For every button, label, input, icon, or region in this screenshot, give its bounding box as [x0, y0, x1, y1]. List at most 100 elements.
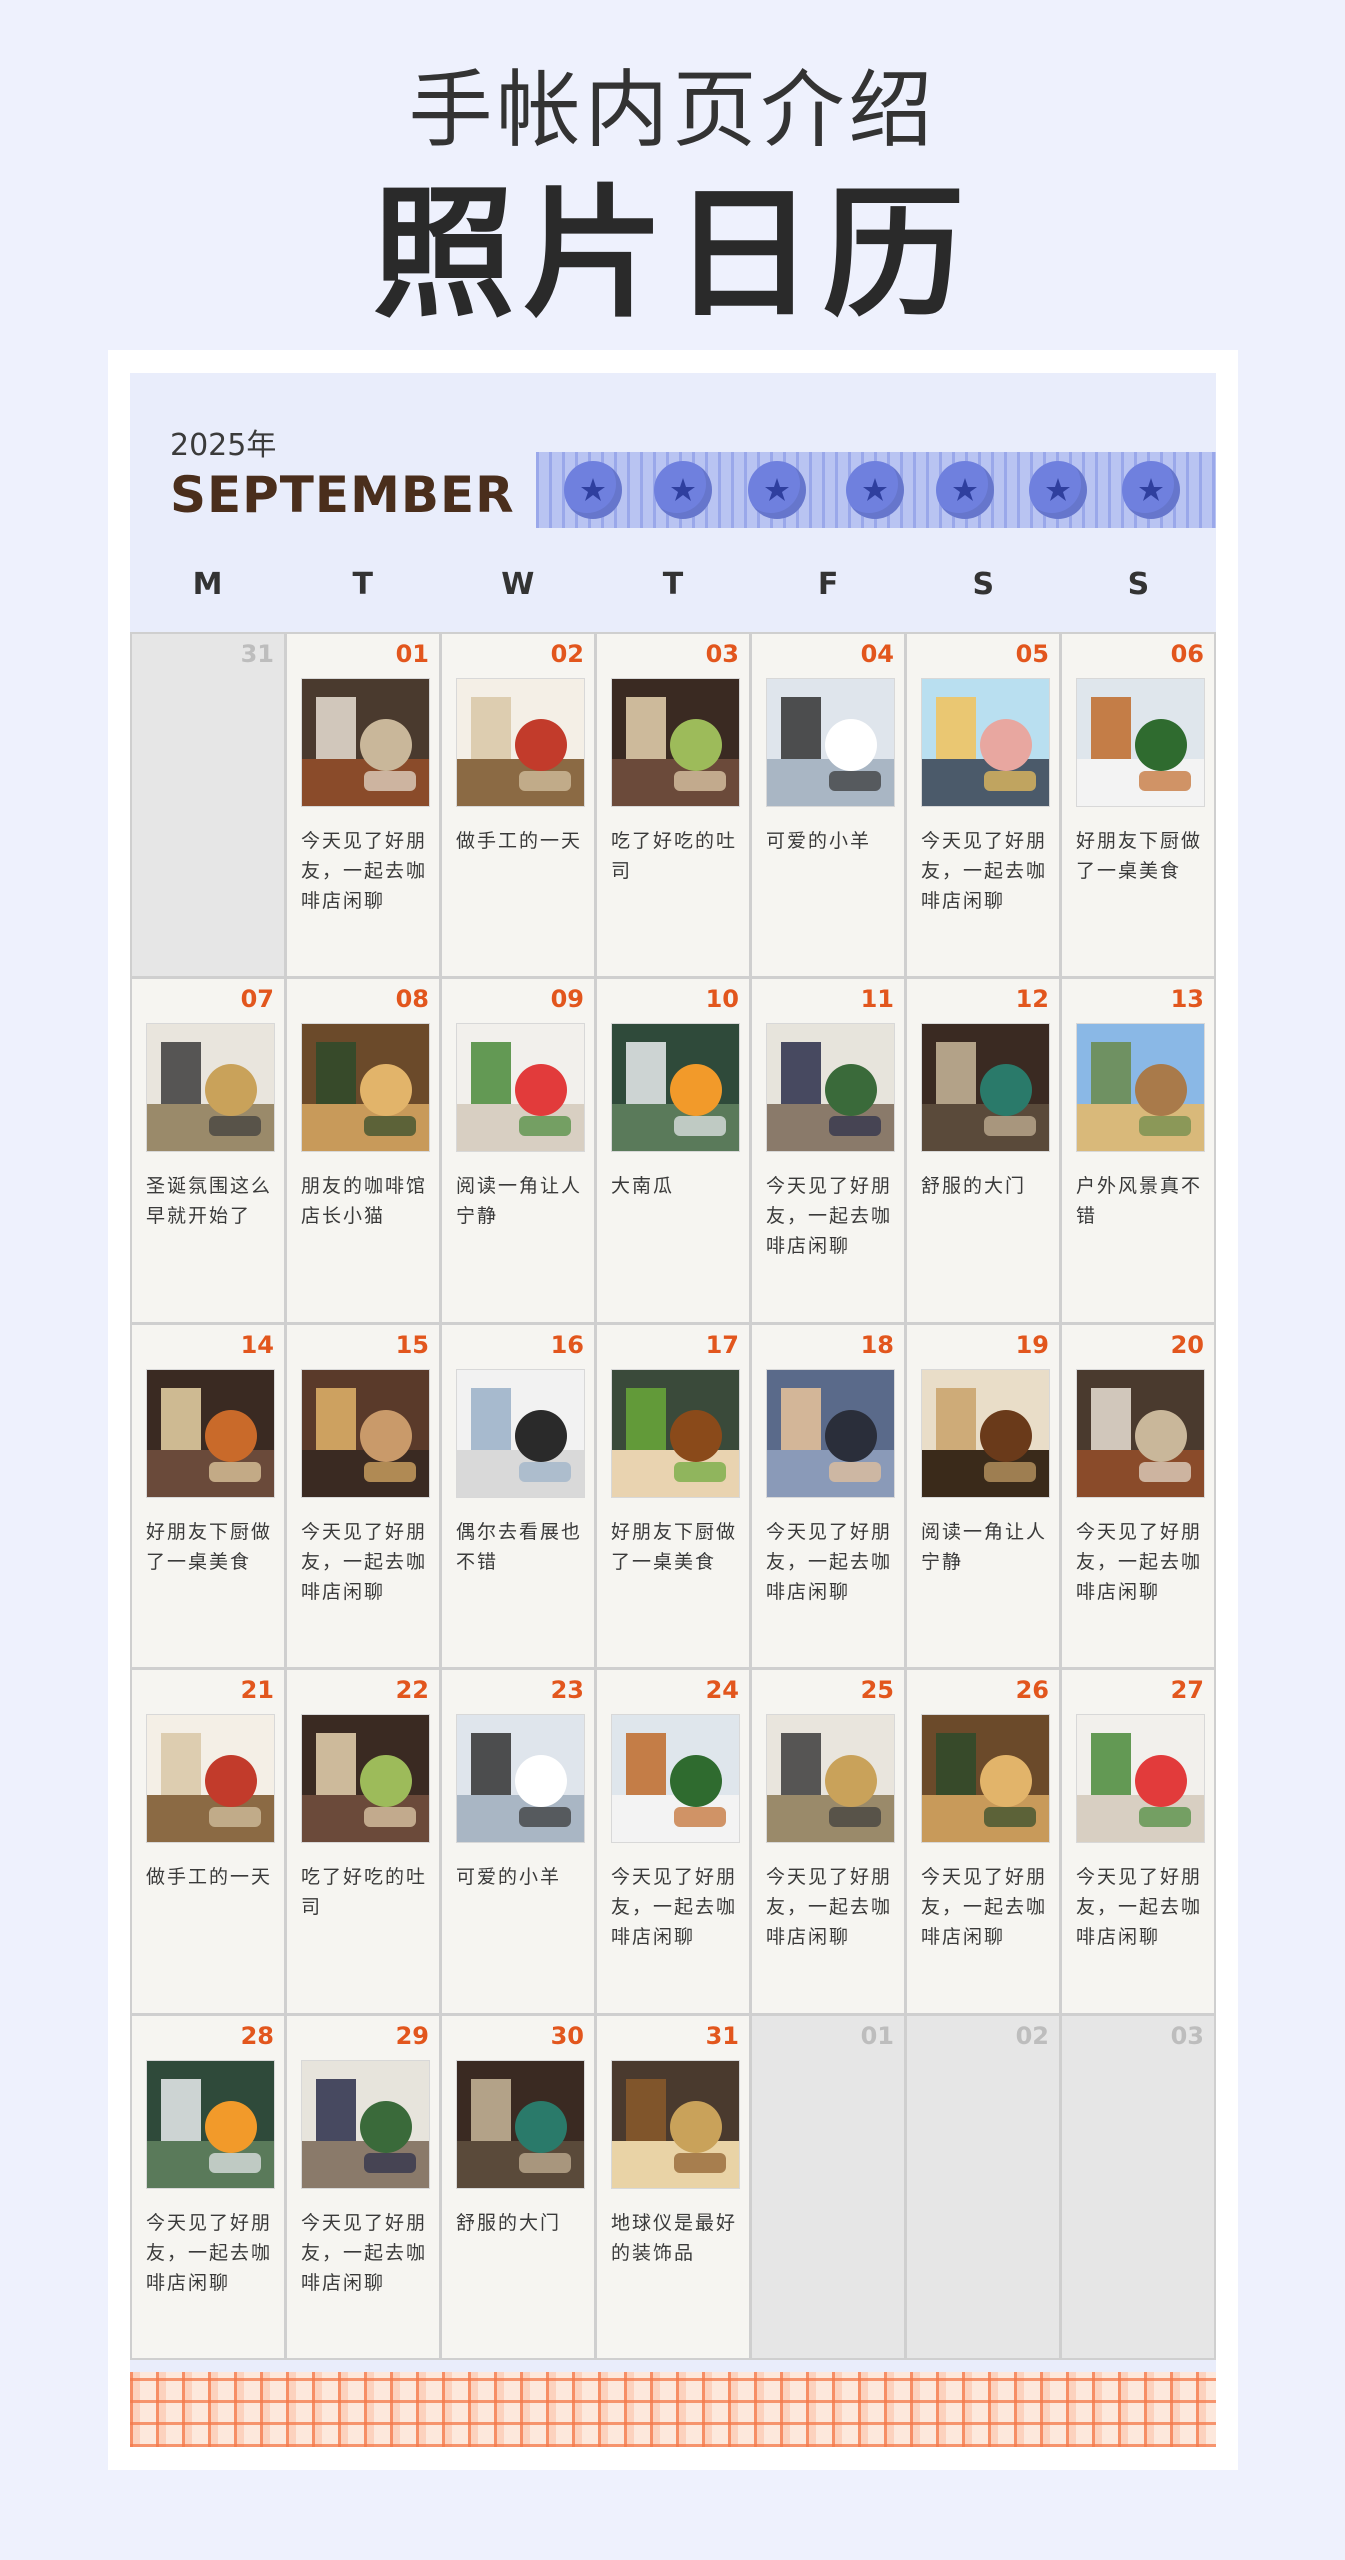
day-number: 13 — [1170, 985, 1204, 1014]
day-number: 09 — [550, 985, 584, 1014]
calendar-day-cell: 01 今天见了好朋友，一起去咖啡店闲聊 — [287, 634, 439, 977]
cafe-cat-photo — [921, 1714, 1050, 1844]
calendar-day-cell: 20 今天见了好朋友，一起去咖啡店闲聊 — [1062, 1324, 1214, 1668]
day-note: 舒服的大门 — [456, 2211, 562, 2234]
calendar-day-cell: 05 今天见了好朋友，一起去咖啡店闲聊 — [907, 634, 1059, 977]
calendar-day-cell: 09 阅读一角让人宁静 — [442, 979, 594, 1322]
calendar-day-cell: 17 好朋友下厨做了一桌美食 — [597, 1324, 749, 1668]
calendar-day-cell: 13 户外风景真不错 — [1062, 979, 1214, 1322]
day-note: 今天见了好朋友，一起去咖啡店闲聊 — [1076, 1866, 1203, 1949]
calendar-month: SEPTEMBER — [170, 466, 515, 524]
calendar-day-cell: 31 地球仪是最好的装饰品 — [597, 2015, 749, 2358]
calendar-day-cell: 28 今天见了好朋友，一起去咖啡店闲聊 — [132, 2015, 284, 2358]
tulip-vase-photo — [456, 1023, 585, 1153]
weekday-label: F — [817, 567, 839, 602]
weekday-label: T — [662, 567, 684, 602]
globe-desk-photo — [611, 2059, 740, 2189]
calendar-day-cell: 24 今天见了好朋友，一起去咖啡店闲聊 — [597, 1670, 749, 2013]
christmas-kettle-photo — [766, 1714, 895, 1844]
calendar-day-cell: 27 今天见了好朋友，一起去咖啡店闲聊 — [1062, 1670, 1214, 2013]
day-note: 吃了好吃的吐司 — [611, 830, 738, 882]
weekday-label: T — [352, 567, 373, 602]
day-note: 今天见了好朋友，一起去咖啡店闲聊 — [766, 1175, 893, 1258]
day-number: 02 — [550, 640, 584, 668]
day-note: 做手工的一天 — [146, 1866, 273, 1889]
day-number: 02 — [1015, 2021, 1049, 2050]
calendar-day-cell: 21 做手工的一天 — [132, 1670, 284, 2013]
day-number: 10 — [705, 985, 739, 1014]
toast-plate-photo — [301, 1714, 430, 1844]
day-note: 今天见了好朋友，一起去咖啡店闲聊 — [921, 1866, 1048, 1949]
handmade-mugs-photo — [146, 1714, 275, 1844]
day-note: 今天见了好朋友，一起去咖啡店闲聊 — [611, 1866, 738, 1949]
roast-dish-photo — [611, 1368, 740, 1498]
day-note: 舒服的大门 — [921, 1175, 1027, 1198]
day-number: 03 — [705, 640, 739, 668]
calendar-day-cell: 06 好朋友下厨做了一桌美食 — [1062, 634, 1214, 977]
day-number: 31 — [705, 2021, 739, 2050]
page-title: 照片日历 — [372, 172, 973, 337]
calendar-day-cell: 10 大南瓜 — [597, 979, 749, 1322]
plant-corner-photo — [301, 2059, 430, 2189]
gallery-photo — [456, 1368, 585, 1498]
green-door-photo — [456, 2059, 585, 2189]
day-number: 31 — [240, 640, 274, 668]
dusk-street-photo — [766, 1368, 895, 1498]
day-note: 好朋友下厨做了一桌美食 — [146, 1520, 273, 1573]
day-note: 吃了好吃的吐司 — [301, 1866, 428, 1919]
calendar-year: 2025年 — [170, 428, 277, 463]
blueberry-icon — [936, 461, 994, 519]
calendar-day-cell: 23 可爱的小羊 — [442, 1670, 594, 2013]
day-number: 16 — [550, 1330, 584, 1359]
toast-plate-photo — [611, 678, 740, 807]
day-note: 阅读一角让人宁静 — [456, 1175, 583, 1228]
calendar-day-cell: 08 朋友的咖啡馆店长小猫 — [287, 979, 439, 1322]
pumpkin-photo — [611, 1023, 740, 1153]
blueberry-icon — [1029, 461, 1087, 519]
day-number: 07 — [240, 985, 274, 1014]
pumpkin-photo — [146, 2059, 275, 2189]
day-number: 24 — [705, 1676, 739, 1705]
plant-corner-photo — [766, 1023, 895, 1153]
day-number: 04 — [860, 640, 894, 668]
day-note: 今天见了好朋友，一起去咖啡店闲聊 — [766, 1520, 893, 1603]
weekday-label: S — [1127, 567, 1150, 602]
day-note: 圣诞氛围这么早就开始了 — [146, 1175, 273, 1228]
tulip-vase-photo — [1076, 1714, 1205, 1844]
weekday-label: W — [501, 567, 535, 602]
day-number: 29 — [395, 2021, 429, 2050]
calendar-cell-outside-month: 01 — [752, 2015, 904, 2358]
blueberry-icon — [1122, 461, 1180, 519]
day-note: 地球仪是最好的装饰品 — [611, 2211, 738, 2264]
day-note: 偶尔去看展也不错 — [456, 1520, 583, 1573]
home-dinner-photo — [611, 1714, 740, 1844]
day-note: 大南瓜 — [611, 1175, 675, 1198]
day-number: 11 — [860, 985, 894, 1014]
cafe-interior-photo — [301, 678, 430, 807]
day-number: 01 — [395, 640, 429, 668]
green-door-photo — [921, 1023, 1050, 1153]
calendar-day-cell: 02 做手工的一天 — [442, 634, 594, 977]
blueberry-icon — [748, 461, 806, 519]
calendar-day-cell: 15 今天见了好朋友，一起去咖啡店闲聊 — [287, 1324, 439, 1668]
day-number: 19 — [1015, 1330, 1049, 1359]
day-note: 今天见了好朋友，一起去咖啡店闲聊 — [146, 2211, 273, 2294]
blueberry-washi-tape — [536, 452, 1216, 528]
calendar-day-cell: 18 今天见了好朋友，一起去咖啡店闲聊 — [752, 1324, 904, 1668]
day-number: 25 — [860, 1676, 894, 1705]
orange-plaid-ribbon — [130, 2372, 1216, 2447]
day-note: 好朋友下厨做了一桌美食 — [1076, 830, 1203, 882]
day-number: 01 — [860, 2021, 894, 2050]
day-note: 户外风景真不错 — [1076, 1175, 1203, 1228]
calendar-day-cell: 11 今天见了好朋友，一起去咖啡店闲聊 — [752, 979, 904, 1322]
day-number: 28 — [240, 2021, 274, 2050]
day-note: 今天见了好朋友，一起去咖啡店闲聊 — [921, 830, 1048, 912]
calendar-grid: 31 01 今天见了好朋友，一起去咖啡店闲聊 02 做手工的一天 03 吃了好吃的吐司 04 可… — [130, 632, 1216, 2360]
sheep-figure-photo — [456, 1714, 585, 1844]
calendar-day-cell: 03 吃了好吃的吐司 — [597, 634, 749, 977]
day-number: 22 — [395, 1676, 429, 1705]
calendar-day-cell: 14 好朋友下厨做了一桌美食 — [132, 1324, 284, 1668]
dining-room-photo — [921, 1368, 1050, 1498]
sheep-figure-photo — [766, 678, 895, 807]
day-note: 今天见了好朋友，一起去咖啡店闲聊 — [301, 1520, 428, 1603]
